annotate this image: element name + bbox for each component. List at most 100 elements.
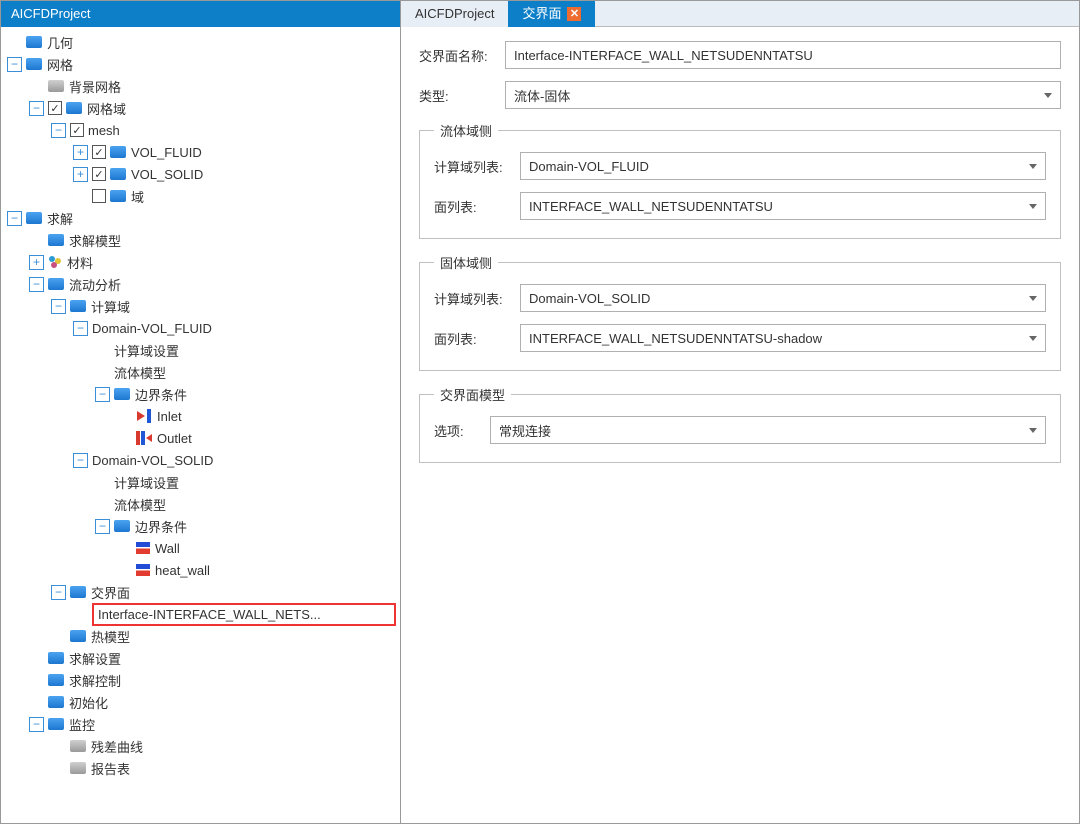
folder-icon [66, 102, 82, 114]
folder-icon [48, 278, 64, 290]
folder-icon [70, 586, 86, 598]
tree-mesh[interactable]: 网格 [47, 55, 400, 74]
tree-material[interactable]: 材料 [67, 253, 400, 272]
checkbox[interactable]: ✓ [70, 123, 84, 137]
outlet-icon [136, 431, 152, 445]
interface-model-legend: 交界面模型 [434, 385, 511, 404]
fluid-surface-select[interactable]: INTERFACE_WALL_NETSUDENNTATSU [520, 192, 1046, 220]
fluid-side-legend: 流体域侧 [434, 121, 498, 140]
tree-bc-solid[interactable]: 边界条件 [135, 517, 400, 536]
toggle-collapse-icon[interactable]: − [29, 101, 44, 116]
folder-icon [70, 300, 86, 312]
tree-fluid-model-solid[interactable]: 流体模型 [114, 495, 400, 514]
solid-surface-select[interactable]: INTERFACE_WALL_NETSUDENNTATSU-shadow [520, 324, 1046, 352]
fluid-side-group: 流体域侧 计算域列表: Domain-VOL_FLUID 面列表: INTERF… [419, 121, 1061, 239]
tree-residual[interactable]: 残差曲线 [91, 737, 400, 756]
tree-bc[interactable]: 边界条件 [135, 385, 400, 404]
tree-init[interactable]: 初始化 [69, 693, 400, 712]
toggle-collapse-icon[interactable]: − [73, 321, 88, 336]
type-select[interactable]: 流体-固体 [505, 81, 1061, 109]
checkbox[interactable]: ✓ [48, 101, 62, 115]
checkbox[interactable]: ✓ [92, 145, 106, 159]
material-icon [48, 255, 62, 269]
fluid-domain-list-label: 计算域列表: [434, 157, 512, 176]
tab-interface[interactable]: 交界面 ✕ [508, 1, 595, 27]
caret-down-icon [1044, 93, 1052, 98]
toggle-collapse-icon[interactable]: − [51, 585, 66, 600]
checkbox[interactable]: ✓ [92, 167, 106, 181]
folder-icon [114, 520, 130, 532]
tree-mesh-node[interactable]: mesh [88, 123, 400, 138]
checkbox[interactable] [92, 189, 106, 203]
toggle-expand-icon[interactable]: + [29, 255, 44, 270]
tree-inlet[interactable]: Inlet [157, 409, 400, 424]
toggle-collapse-icon[interactable]: − [73, 453, 88, 468]
tree-solve[interactable]: 求解 [47, 209, 400, 228]
inlet-icon [136, 409, 152, 423]
toggle-collapse-icon[interactable]: − [95, 519, 110, 534]
tree-vol-fluid[interactable]: VOL_FLUID [131, 145, 400, 160]
toggle-collapse-icon[interactable]: − [7, 57, 22, 72]
folder-icon [48, 652, 64, 664]
tree-solve-settings[interactable]: 求解设置 [69, 649, 400, 668]
tree-domain-settings-solid[interactable]: 计算域设置 [114, 473, 400, 492]
tree-mesh-domain[interactable]: 网格域 [87, 99, 400, 118]
folder-icon [48, 80, 64, 92]
folder-icon [70, 762, 86, 774]
tree-solve-control[interactable]: 求解控制 [69, 671, 400, 690]
tree-interface[interactable]: 交界面 [91, 583, 400, 602]
wall-icon [136, 564, 150, 576]
option-select[interactable]: 常规连接 [490, 416, 1046, 444]
tree-solve-model[interactable]: 求解模型 [69, 231, 400, 250]
tree-domain-solid[interactable]: Domain-VOL_SOLID [92, 453, 400, 468]
tree-wall[interactable]: Wall [155, 541, 400, 556]
solid-domain-select[interactable]: Domain-VOL_SOLID [520, 284, 1046, 312]
folder-icon [26, 212, 42, 224]
tree-heat-model[interactable]: 热模型 [91, 627, 400, 646]
toggle-expand-icon[interactable]: + [73, 145, 88, 160]
close-icon[interactable]: ✕ [567, 7, 581, 21]
properties-panel: AICFDProject 交界面 ✕ 交界面名称: Interface-INTE… [401, 1, 1079, 823]
toggle-collapse-icon[interactable]: − [29, 277, 44, 292]
folder-icon [110, 168, 126, 180]
tree-domain-empty[interactable]: 域 [131, 187, 400, 206]
tree-report-table[interactable]: 报告表 [91, 759, 400, 778]
tab-project-label: AICFDProject [415, 1, 494, 27]
tree-bg-mesh[interactable]: 背景网格 [69, 77, 400, 96]
toggle-collapse-icon[interactable]: − [29, 717, 44, 732]
tree-geometry[interactable]: 几何 [47, 33, 400, 52]
tree-domain-fluid[interactable]: Domain-VOL_FLUID [92, 321, 400, 336]
tab-project[interactable]: AICFDProject [401, 1, 508, 27]
folder-icon [70, 630, 86, 642]
tree-interface-item[interactable]: Interface-INTERFACE_WALL_NETS... [92, 603, 396, 626]
tree-monitor[interactable]: 监控 [69, 715, 400, 734]
caret-down-icon [1029, 164, 1037, 169]
toggle-collapse-icon[interactable]: − [51, 299, 66, 314]
tree-heat-wall[interactable]: heat_wall [155, 563, 400, 578]
toggle-expand-icon[interactable]: + [73, 167, 88, 182]
solid-surface-list-label: 面列表: [434, 329, 512, 348]
tree-vol-solid[interactable]: VOL_SOLID [131, 167, 400, 182]
fluid-domain-select[interactable]: Domain-VOL_FLUID [520, 152, 1046, 180]
folder-icon [48, 674, 64, 686]
folder-icon [48, 696, 64, 708]
interface-name-input[interactable]: Interface-INTERFACE_WALL_NETSUDENNTATSU [505, 41, 1061, 69]
toggle-collapse-icon[interactable]: − [51, 123, 66, 138]
toggle-collapse-icon[interactable]: − [95, 387, 110, 402]
toggle-collapse-icon[interactable]: − [7, 211, 22, 226]
wall-icon [136, 542, 150, 554]
tree-domain-settings[interactable]: 计算域设置 [114, 341, 400, 360]
tree-panel-title: AICFDProject [1, 1, 400, 27]
tree-outlet[interactable]: Outlet [157, 431, 400, 446]
properties-body: 交界面名称: Interface-INTERFACE_WALL_NETSUDEN… [401, 27, 1079, 823]
folder-icon [26, 58, 42, 70]
tree-flow-analysis[interactable]: 流动分析 [69, 275, 400, 294]
folder-icon [110, 146, 126, 158]
folder-icon [70, 740, 86, 752]
tree-compute-domain[interactable]: 计算域 [91, 297, 400, 316]
tab-bar: AICFDProject 交界面 ✕ [401, 1, 1079, 27]
tree-body[interactable]: 几何 −网格 背景网格 −✓网格域 −✓mesh +✓VOL_FLUID +✓V… [1, 27, 400, 823]
tree-fluid-model[interactable]: 流体模型 [114, 363, 400, 382]
interface-name-label: 交界面名称: [419, 46, 497, 65]
fluid-surface-list-label: 面列表: [434, 197, 512, 216]
